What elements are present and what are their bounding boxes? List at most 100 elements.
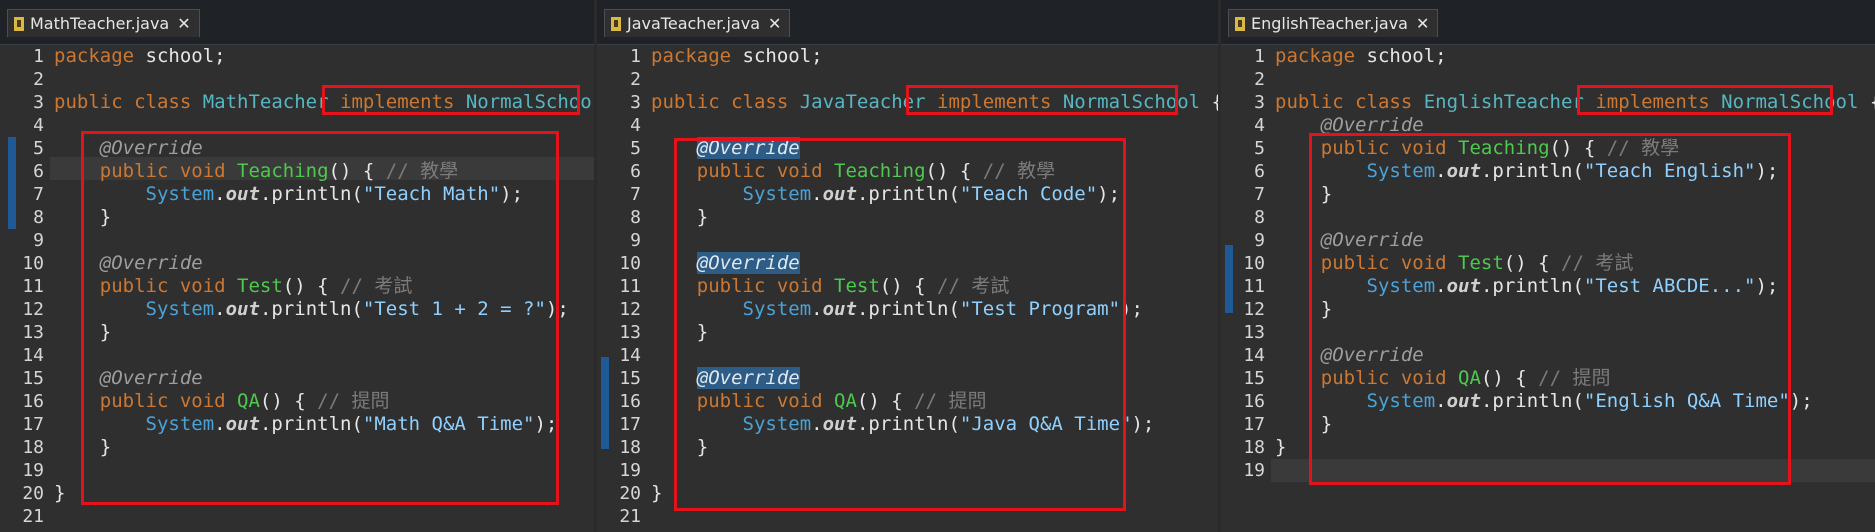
line-number: 19 [22, 460, 44, 481]
code-text: public void Test() { // 考試 [54, 275, 413, 298]
line-number: 10 [1243, 253, 1265, 274]
line-number: 10 [22, 253, 44, 274]
code-token: // 考試 [1561, 252, 1634, 274]
code-token: package [54, 45, 135, 67]
code-token: // 提問 [1538, 367, 1611, 389]
code-token: ); [1755, 275, 1779, 297]
code-token: { [1858, 91, 1875, 113]
line-number: 20 [22, 483, 44, 504]
code-token: } [651, 321, 709, 343]
line-number: 13 [619, 322, 641, 343]
code-text: } [651, 206, 708, 229]
code-token: . [214, 183, 226, 205]
tab-mathteacher[interactable]: MathTeacher.java ✕ [7, 9, 200, 37]
code-token: .println( [856, 413, 960, 435]
code-text: } [54, 206, 111, 229]
code-token: "Teach English" [1583, 160, 1756, 182]
line-number: 6 [630, 161, 641, 182]
tab-label: MathTeacher.java [30, 14, 170, 33]
code-text: System.out.println("Teach Math"); [54, 183, 524, 206]
line-number: 5 [1254, 138, 1265, 159]
line-number: 2 [33, 69, 44, 90]
code-token: QA [834, 390, 857, 412]
code-text: public void Teaching() { // 教學 [1275, 137, 1679, 160]
line-number: 21 [22, 506, 44, 527]
line-number: 10 [619, 253, 641, 274]
code-token: System [742, 413, 812, 435]
editor-pane-math: MathTeacher.java ✕ 1 package school; 2 3 pub… [0, 0, 594, 532]
code-token: () { [856, 390, 915, 412]
code-text: @Override [651, 367, 800, 390]
line-number: 5 [33, 138, 44, 159]
code-token: "Teach Code" [959, 183, 1098, 205]
code-token: } [54, 436, 112, 458]
close-icon[interactable]: ✕ [768, 14, 781, 33]
code-text: public void Teaching() { // 教學 [651, 160, 1055, 183]
code-token: . [811, 413, 823, 435]
code-token: Teaching [834, 160, 926, 182]
code-token: () { [879, 275, 937, 297]
code-text: } [1275, 183, 1332, 206]
code-token: implements [925, 91, 1063, 113]
line-number: 8 [33, 207, 44, 228]
code-token: . [214, 413, 226, 435]
code-token: QA [237, 390, 260, 412]
code-token: System [1366, 275, 1436, 297]
code-token: "Test Program" [959, 298, 1121, 320]
code-text: package school; [54, 45, 226, 68]
tab-label: JavaTeacher.java [627, 14, 760, 33]
tab-englishteacher[interactable]: EnglishTeacher.java ✕ [1228, 9, 1439, 37]
code-text: @Override [54, 252, 203, 275]
line-number: 6 [1254, 161, 1265, 182]
line-number: 19 [619, 460, 641, 481]
line-number: 1 [1254, 46, 1265, 67]
code-text: @Override [1275, 114, 1424, 137]
code-token: . [1435, 390, 1447, 412]
line-number: 16 [22, 391, 44, 412]
code-token: public void [1275, 252, 1459, 274]
line-number: 7 [33, 184, 44, 205]
line-number: 15 [1243, 368, 1265, 389]
line-number: 17 [1243, 414, 1265, 435]
code-token: @Override [696, 252, 800, 274]
code-text: public void QA() { // 提問 [1275, 367, 1611, 390]
line-number: 4 [630, 115, 641, 136]
code-token: .println( [1480, 160, 1584, 182]
code-editor[interactable]: 1 package school; 2 3 public class MathTeach… [0, 45, 594, 532]
line-number: 9 [33, 230, 44, 251]
line-number: 1 [630, 46, 641, 67]
code-token: () { [259, 390, 318, 412]
line-number: 21 [619, 506, 641, 527]
line-number: 12 [22, 299, 44, 320]
code-token: // 提問 [317, 390, 390, 412]
code-token: NormalSchoo [465, 91, 592, 113]
code-text: } [1275, 436, 1286, 459]
code-token: @Override [696, 367, 800, 389]
line-number: 3 [630, 92, 641, 113]
line-number: 18 [22, 437, 44, 458]
code-token: ); [1097, 183, 1121, 205]
code-token: () { [1480, 367, 1539, 389]
code-editor[interactable]: 1 package school; 2 3 public class EnglishTe… [1221, 45, 1875, 532]
code-token: () { [925, 160, 983, 182]
code-token: } [651, 436, 709, 458]
code-text: } [651, 482, 662, 505]
close-icon[interactable]: ✕ [1416, 14, 1429, 33]
code-token: out [822, 413, 857, 435]
code-text: System.out.println("English Q&A Time"); [1275, 390, 1813, 413]
java-file-icon [1235, 16, 1245, 31]
code-token: .println( [259, 183, 363, 205]
code-token: } [54, 206, 112, 228]
line-number: 2 [1254, 69, 1265, 90]
code-token: "Test ABCDE..." [1583, 275, 1756, 297]
close-icon[interactable]: ✕ [177, 14, 190, 33]
code-token: } [54, 321, 112, 343]
code-editor[interactable]: 1 package school; 2 3 public class JavaTeach… [597, 45, 1218, 532]
code-token: } [1275, 298, 1333, 320]
line-number: 18 [619, 437, 641, 458]
code-token: ); [500, 183, 524, 205]
line-number: 12 [1243, 299, 1265, 320]
tab-javateacher[interactable]: JavaTeacher.java ✕ [604, 9, 791, 37]
